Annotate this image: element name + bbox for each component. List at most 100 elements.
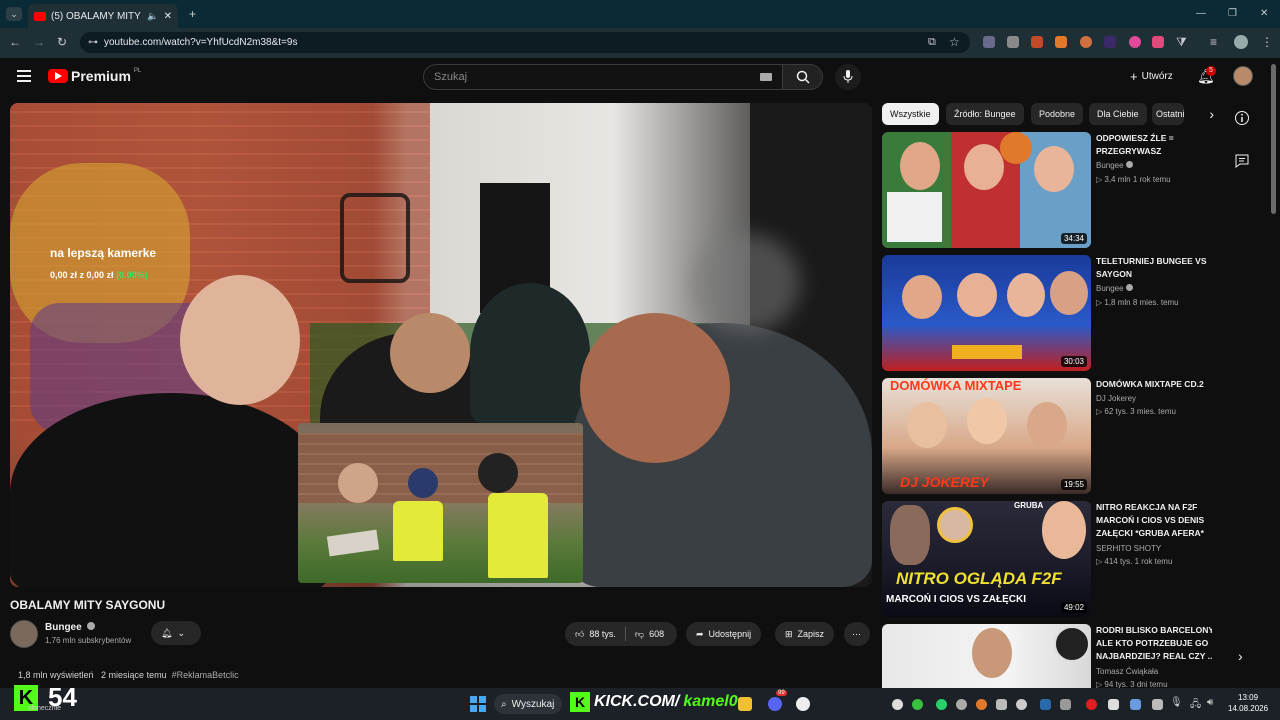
volume-icon[interactable]: 🔊︎ [1207,697,1213,708]
chip-for-you[interactable]: Dla Ciebie [1089,103,1147,125]
recommendation-meta: ▷ 1,8 mln 8 mies. temu [1096,298,1179,307]
search-button[interactable] [783,64,823,90]
extensions-puzzle-icon[interactable]: ⧩ [1176,35,1187,49]
tray-icon-5[interactable] [976,699,987,710]
audio-icon[interactable]: 🔈 [147,11,158,22]
tray-icon-7[interactable] [1016,699,1027,710]
verified-icon [1125,161,1133,168]
chip-recent[interactable]: Ostatnio [1152,103,1184,125]
extension-5-icon[interactable] [1080,36,1092,48]
hamburger-menu-icon[interactable] [17,70,31,82]
kick-username: kamel0 [683,693,738,710]
donation-goal-label: na lepszą kamerke [50,246,157,260]
back-icon[interactable]: ← [9,35,21,49]
maximize-icon[interactable]: ❐ [1228,7,1237,21]
recommendation-item[interactable]: 30:03 TELETURNIEJ BUNGEE VS SAYGON Bunge… [882,255,1212,373]
recommendation-title: RODRI BLISKO BARCELONY, ALE KTO POTRZEBU… [1096,625,1212,661]
discord-badge: 99 [776,690,787,696]
page-scrollbar[interactable] [1271,64,1276,214]
tray-icon-4[interactable] [956,699,967,710]
extension-2-icon[interactable] [1007,36,1019,48]
dislike-button[interactable]: 👎︎ 608 [635,629,664,640]
tray-icon-1[interactable] [892,699,903,710]
tray-icon-6[interactable] [996,699,1007,710]
network-icon[interactable]: 🖧︎ [1190,697,1201,714]
video-duration: 30:03 [1060,356,1087,367]
recommendation-thumbnail[interactable]: GRUBA NITRO OGLĄDA F2F MARCOŃ I CIOS VS … [882,501,1091,617]
channel-name[interactable]: Bungee [45,622,96,633]
like-button[interactable]: 👍︎ 88 tys. [575,629,616,640]
install-app-icon[interactable]: ⧉ [928,35,936,49]
address-bar[interactable]: youtube.com/watch?v=YhfUcdN2m38&t=9s [80,32,970,53]
tray-icon-12[interactable] [1152,699,1163,710]
tray-icon-9[interactable] [1086,699,1097,710]
recommendation-thumbnail[interactable] [882,624,1091,688]
recommendation-thumbnail[interactable]: 34:34 [882,132,1091,248]
channel-avatar[interactable] [10,620,38,648]
close-window-icon[interactable]: ✕ [1260,7,1268,21]
recommendation-item[interactable]: 34:34 ODPOWIESZ ŹLE = PRZEGRYWASZ Bungee… [882,132,1212,250]
extension-4-icon[interactable] [1055,36,1067,48]
keyboard-icon[interactable] [760,73,772,81]
chat-icon[interactable] [1234,153,1252,171]
recommendation-thumbnail[interactable]: DOMÓWKA MIXTAPE DJ JOKEREY 19:55 [882,378,1091,494]
tray-icon-11[interactable] [1130,699,1141,710]
tray-icon-10[interactable] [1108,699,1119,710]
save-button[interactable]: ⊞ Zapisz [775,622,835,646]
search-input[interactable]: Szukaj [423,64,783,90]
recommendation-item[interactable]: GRUBA NITRO OGLĄDA F2F MARCOŃ I CIOS VS … [882,501,1212,619]
subscribed-bell-button[interactable]: 🔔︎ ⌄ [151,621,201,645]
info-icon[interactable] [1234,110,1252,128]
video-description-meta[interactable]: 1,8 mln wyświetleń 2 miesiące temu #Rekl… [18,670,239,680]
system-clock[interactable]: 13:09 14.08.2026 [1228,692,1268,714]
more-actions-button[interactable]: ⋯ [844,622,870,646]
kick-small-logo-icon: K [570,692,590,712]
chips-next-arrow-icon[interactable]: › [1186,103,1214,125]
extension-3-icon[interactable] [1031,36,1043,48]
site-info-icon[interactable]: ⊶ [88,36,98,50]
tray-icon-8[interactable] [1060,699,1071,710]
extension-1-icon[interactable] [983,36,995,48]
expand-arrow-icon[interactable]: › [1238,648,1243,664]
verified-icon [1125,284,1133,291]
create-button[interactable]: + Utwórz [1130,69,1173,84]
browser-tab[interactable]: (5) OBALAMY MITY SAYGO 🔈 ✕ [28,4,178,28]
youtube-logo[interactable]: Premium PL [48,68,141,84]
like-count: 88 tys. [589,628,616,639]
tab-close-icon[interactable]: ✕ [164,11,172,22]
extension-6-icon[interactable] [1104,36,1116,48]
voice-search-button[interactable] [835,64,861,90]
discord-icon[interactable] [768,697,782,711]
steam-icon[interactable] [1040,699,1051,710]
reading-list-icon[interactable]: ≡ [1210,35,1217,49]
forward-icon[interactable]: → [33,35,45,49]
profile-avatar[interactable] [1234,35,1248,49]
chip-similar[interactable]: Podobne [1031,103,1084,125]
extension-7-icon[interactable] [1129,36,1141,48]
chip-all[interactable]: Wszystkie [882,103,939,125]
bookmark-star-icon[interactable]: ☆ [949,35,960,49]
chip-source-bungee[interactable]: Źródło: Bungee [946,103,1024,125]
user-avatar[interactable] [1233,66,1253,86]
minimize-icon[interactable]: — [1196,7,1206,21]
windows-start-icon[interactable] [470,696,486,712]
new-tab-icon[interactable]: + [189,7,196,21]
share-button[interactable]: ➦ Udostępnij [686,622,762,646]
search-placeholder: Szukaj [434,71,468,83]
recommendation-thumbnail[interactable]: 30:03 [882,255,1091,371]
obs-icon[interactable] [796,697,810,711]
recommendation-item[interactable]: RODRI BLISKO BARCELONY, ALE KTO POTRZEBU… [882,624,1212,688]
extension-8-icon[interactable] [1152,36,1164,48]
tray-icon-2[interactable] [912,699,923,710]
recommendation-item[interactable]: DOMÓWKA MIXTAPE DJ JOKEREY 19:55 DOMÓWKA… [882,378,1212,496]
microphone-icon[interactable]: 🎙︎ [1170,697,1183,708]
file-explorer-icon[interactable] [738,697,752,711]
hashtag[interactable]: #ReklamaBetclic [172,670,239,680]
reload-icon[interactable]: ↻ [57,35,67,49]
picture-in-picture-video[interactable] [298,423,583,583]
tab-list-icon[interactable]: ⌄ [6,7,22,21]
bell-icon: 🔔︎ [161,627,173,638]
taskbar-search[interactable]: ⌕ Wyszukaj [494,694,562,714]
tray-icon-3[interactable] [936,699,947,710]
browser-menu-icon[interactable]: ⋮ [1261,35,1273,49]
